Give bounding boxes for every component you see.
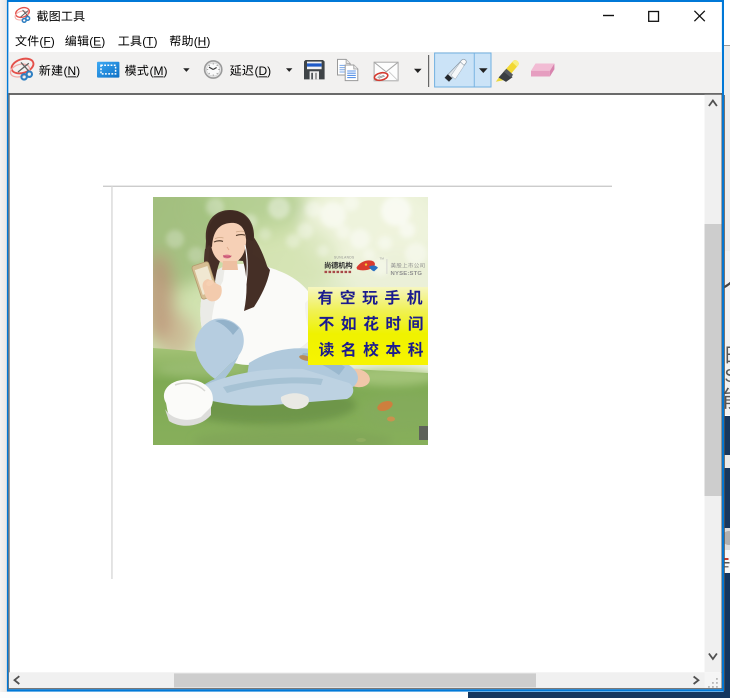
svg-text:TM: TM	[380, 257, 385, 261]
svg-text:(E): (E)	[89, 34, 105, 48]
svg-text:NYSE:STG: NYSE:STG	[391, 271, 423, 277]
svg-text:(H): (H)	[194, 34, 211, 48]
svg-text:(D): (D)	[255, 64, 272, 78]
svg-text:(F): (F)	[39, 34, 54, 48]
svg-text:SUNLANDS: SUNLANDS	[334, 256, 355, 260]
svg-text:(N): (N)	[64, 64, 81, 78]
svg-text:S: S	[725, 366, 730, 386]
svg-text:(M): (M)	[150, 64, 168, 78]
svg-text:(T): (T)	[142, 34, 157, 48]
